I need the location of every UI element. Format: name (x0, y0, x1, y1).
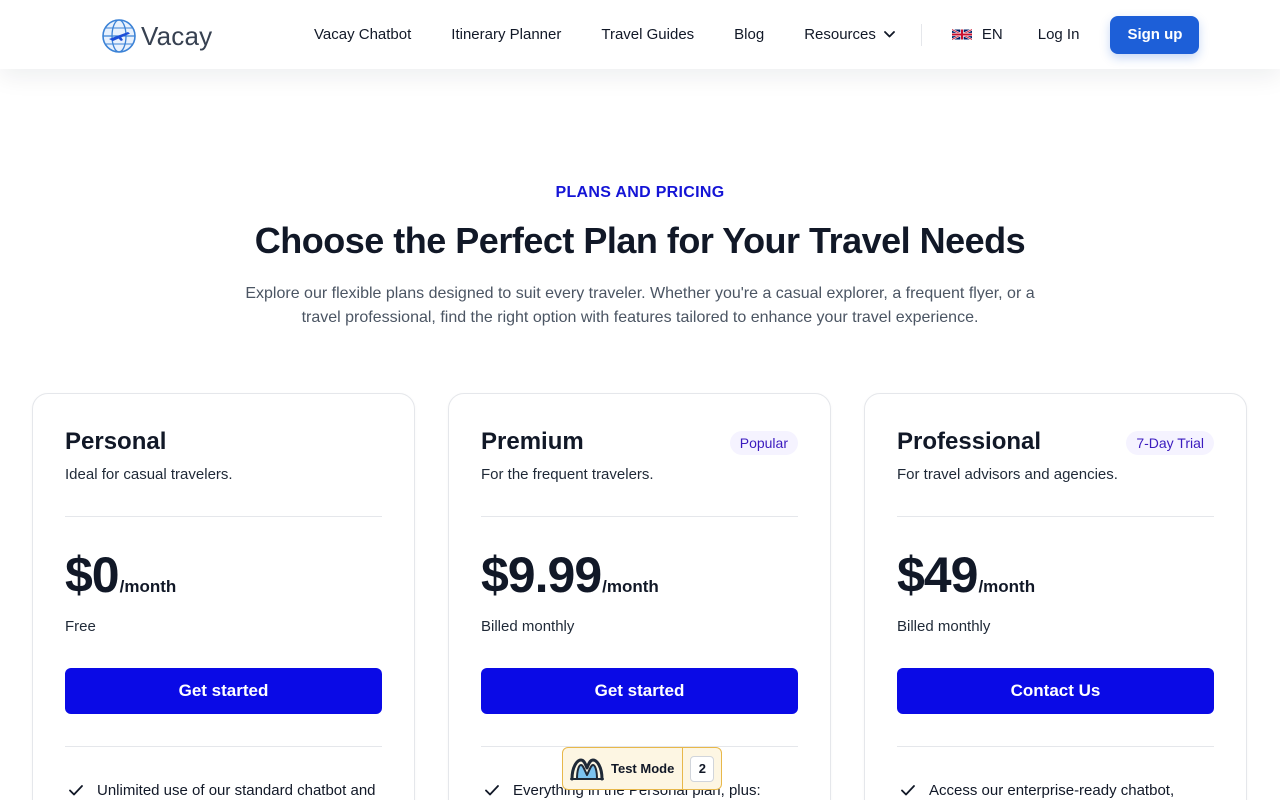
card-divider (897, 516, 1214, 517)
test-mode-main: Test Mode (563, 748, 682, 789)
site-header: Vacay Vacay Chatbot Itinerary Planner Tr… (0, 0, 1280, 69)
plan-period: /month (602, 577, 659, 596)
feature-item: Unlimited use of our standard chatbot an… (69, 782, 376, 799)
logo-text: Vacay (141, 20, 213, 51)
uk-flag-icon (951, 27, 972, 42)
nav-resources-dropdown[interactable]: Resources (804, 26, 895, 43)
plan-name: Personal (65, 428, 167, 455)
page-title: Choose the Perfect Plan for Your Travel … (254, 220, 1026, 261)
plan-price: $9.99 (481, 547, 602, 603)
test-mode-widget[interactable]: Test Mode 2 (562, 747, 723, 790)
check-icon (485, 785, 499, 796)
popular-badge: Popular (729, 431, 798, 455)
login-link[interactable]: Log In (1038, 26, 1080, 43)
plan-card-premium: Premium Popular For the frequent travele… (448, 393, 831, 800)
plan-price: $49 (897, 547, 978, 603)
language-selector[interactable]: EN (951, 26, 1003, 43)
get-started-button[interactable]: Get started (481, 668, 798, 714)
test-mode-label: Test Mode (611, 761, 675, 776)
signup-button[interactable]: Sign up (1110, 15, 1200, 54)
contact-us-button[interactable]: Contact Us (897, 668, 1214, 714)
plan-price: $0 (65, 547, 120, 603)
feature-text: Unlimited use of our standard chatbot an… (97, 782, 376, 799)
card-divider (65, 516, 382, 517)
card-divider (481, 516, 798, 517)
feature-text: Access our enterprise-ready chatbot, (929, 782, 1175, 799)
price-row: $49 /month (897, 546, 1035, 604)
card-divider (897, 746, 1214, 747)
nav-itinerary-planner[interactable]: Itinerary Planner (451, 26, 561, 43)
test-mode-count: 2 (690, 755, 715, 782)
test-mode-count-wrap: 2 (683, 748, 721, 789)
logo[interactable]: Vacay (101, 18, 212, 54)
globe-plane-logo-icon (101, 18, 137, 54)
card-divider (65, 746, 382, 747)
price-row: $0 /month (65, 546, 176, 604)
plan-description: Ideal for casual travelers. (65, 466, 233, 483)
plan-description: For travel advisors and agencies. (897, 466, 1118, 483)
nav-travel-guides[interactable]: Travel Guides (601, 26, 694, 43)
plan-period: /month (978, 577, 1036, 596)
check-icon (69, 785, 83, 796)
feature-item: Access our enterprise-ready chatbot, (901, 782, 1174, 799)
chevron-down-icon (883, 31, 895, 38)
plan-name: Professional (897, 428, 1042, 455)
plan-period: /month (119, 577, 177, 596)
check-icon (901, 785, 915, 796)
nav-blog[interactable]: Blog (734, 26, 764, 43)
plan-description: For the frequent travelers. (481, 466, 654, 483)
plan-billing: Free (65, 618, 96, 635)
plan-name: Premium (481, 428, 584, 455)
trial-badge: 7-Day Trial (1126, 431, 1214, 455)
language-label: EN (981, 26, 1003, 43)
nav-divider (920, 23, 922, 46)
nav-vacay-chatbot[interactable]: Vacay Chatbot (314, 26, 411, 43)
page-subtitle: Explore our flexible plans designed to s… (245, 285, 1035, 326)
price-row: $9.99 /month (481, 546, 659, 604)
plan-billing: Billed monthly (897, 618, 991, 635)
plan-card-professional: Professional 7-Day Trial For travel advi… (864, 393, 1247, 800)
main-nav: Vacay Chatbot Itinerary Planner Travel G… (314, 0, 1200, 69)
plan-billing: Billed monthly (481, 618, 575, 635)
get-started-button[interactable]: Get started (65, 668, 382, 714)
test-mode-logo-icon (569, 755, 605, 783)
section-eyebrow: PLANS AND PRICING (555, 184, 725, 201)
nav-resources-label: Resources (804, 26, 876, 43)
plan-card-personal: Personal Ideal for casual travelers. $0 … (32, 393, 415, 800)
